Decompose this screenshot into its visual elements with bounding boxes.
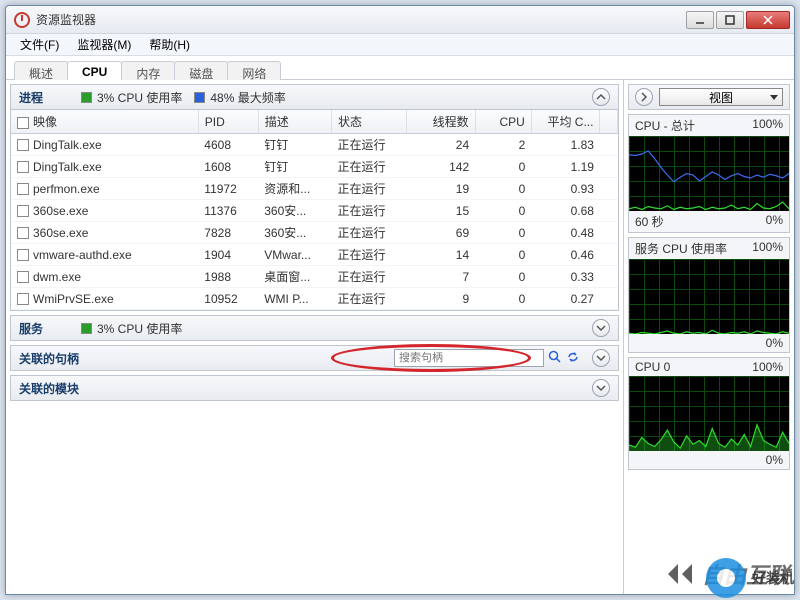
graph-footer-right: 0% bbox=[766, 453, 783, 467]
graph-title-left: CPU - 总计 bbox=[635, 117, 695, 134]
max-freq-stat: 48% 最大频率 bbox=[194, 89, 285, 106]
menu-monitor[interactable]: 监视器(M) bbox=[69, 34, 139, 55]
col-desc[interactable]: 描述 bbox=[258, 110, 331, 134]
col-status[interactable]: 状态 bbox=[332, 110, 407, 134]
graph-title-right: 100% bbox=[752, 117, 783, 134]
handles-header[interactable]: 关联的句柄 bbox=[10, 345, 619, 371]
tab-overview[interactable]: 概述 bbox=[14, 61, 68, 80]
expand-icon[interactable] bbox=[592, 379, 610, 397]
row-checkbox[interactable] bbox=[17, 205, 29, 217]
row-checkbox[interactable] bbox=[17, 227, 29, 239]
window-title: 资源监视器 bbox=[36, 11, 686, 28]
row-checkbox[interactable] bbox=[17, 139, 29, 151]
expand-icon[interactable] bbox=[592, 319, 610, 337]
col-threads[interactable]: 线程数 bbox=[406, 110, 475, 134]
table-row[interactable]: dwm.exe1988桌面窗...正在运行700.33 bbox=[11, 266, 618, 288]
handles-title: 关联的句柄 bbox=[19, 350, 79, 367]
services-header[interactable]: 服务 3% CPU 使用率 bbox=[10, 315, 619, 341]
menu-help[interactable]: 帮助(H) bbox=[141, 34, 198, 55]
green-box-icon bbox=[81, 92, 92, 103]
cpu-usage-stat: 3% CPU 使用率 bbox=[81, 89, 182, 106]
tab-disk[interactable]: 磁盘 bbox=[174, 61, 228, 80]
processes-title: 进程 bbox=[19, 89, 69, 106]
processes-panel: 进程 3% CPU 使用率 48% 最大频率 映像 PID 描述 状态 线程数 bbox=[10, 84, 619, 311]
col-spacer bbox=[600, 110, 618, 134]
processes-table: 映像 PID 描述 状态 线程数 CPU 平均 C... DingTalk.ex… bbox=[10, 110, 619, 311]
table-row[interactable]: vmware-authd.exe1904VMwar...正在运行1400.46 bbox=[11, 244, 618, 266]
tab-network[interactable]: 网络 bbox=[227, 61, 281, 80]
table-header-row: 映像 PID 描述 状态 线程数 CPU 平均 C... bbox=[11, 110, 618, 134]
close-button[interactable] bbox=[746, 11, 790, 29]
services-cpu-stat: 3% CPU 使用率 bbox=[81, 320, 182, 337]
graph-title-left: 服务 CPU 使用率 bbox=[635, 240, 727, 257]
expand-icon[interactable] bbox=[592, 349, 610, 367]
search-icon[interactable] bbox=[548, 350, 562, 367]
table-row[interactable]: DingTalk.exe1608钉钉正在运行14201.19 bbox=[11, 156, 618, 178]
graph-title-right: 100% bbox=[752, 240, 783, 257]
cpu-graph: CPU - 总计 100% 60 秒 0% bbox=[628, 114, 790, 233]
graph-footer-right: 0% bbox=[766, 213, 783, 230]
row-checkbox[interactable] bbox=[17, 293, 29, 305]
table-row[interactable]: perfmon.exe11972资源和...正在运行1900.93 bbox=[11, 178, 618, 200]
blue-box-icon bbox=[194, 92, 205, 103]
checkbox-all[interactable] bbox=[17, 117, 29, 129]
row-checkbox[interactable] bbox=[17, 249, 29, 261]
col-cpu[interactable]: CPU bbox=[475, 110, 531, 134]
processes-header[interactable]: 进程 3% CPU 使用率 48% 最大频率 bbox=[10, 84, 619, 110]
resource-monitor-window: 资源监视器 文件(F) 监视器(M) 帮助(H) 概述 CPU 内存 磁盘 网络… bbox=[5, 5, 795, 595]
left-pane: 进程 3% CPU 使用率 48% 最大频率 映像 PID 描述 状态 线程数 bbox=[6, 80, 624, 594]
refresh-icon[interactable] bbox=[566, 350, 580, 367]
table-row[interactable]: WmiPrvSE.exe10952WMI P...正在运行900.27 bbox=[11, 288, 618, 310]
titlebar[interactable]: 资源监视器 bbox=[6, 6, 794, 34]
content-area: 进程 3% CPU 使用率 48% 最大频率 映像 PID 描述 状态 线程数 bbox=[6, 80, 794, 594]
table-row[interactable]: DingTalk.exe4608钉钉正在运行2421.83 bbox=[11, 134, 618, 156]
table-row[interactable]: 360se.exe7828360安...正在运行6900.48 bbox=[11, 222, 618, 244]
modules-header[interactable]: 关联的模块 bbox=[10, 375, 619, 401]
cpu-graph: 服务 CPU 使用率 100% 0% bbox=[628, 237, 790, 353]
view-dropdown[interactable]: 视图 bbox=[659, 88, 783, 106]
col-avgcpu[interactable]: 平均 C... bbox=[531, 110, 600, 134]
tabstrip: 概述 CPU 内存 磁盘 网络 bbox=[6, 56, 794, 80]
maximize-button[interactable] bbox=[716, 11, 744, 29]
minimize-button[interactable] bbox=[686, 11, 714, 29]
graph-title-left: CPU 0 bbox=[635, 360, 670, 374]
graph-title-right: 100% bbox=[752, 360, 783, 374]
right-header: 视图 bbox=[628, 84, 790, 110]
menu-file[interactable]: 文件(F) bbox=[12, 34, 67, 55]
collapse-icon[interactable] bbox=[592, 88, 610, 106]
handles-search bbox=[342, 349, 581, 367]
table-row[interactable]: 360se.exe11376360安...正在运行1500.68 bbox=[11, 200, 618, 222]
services-title: 服务 bbox=[19, 320, 69, 337]
col-image[interactable]: 映像 bbox=[11, 110, 198, 134]
row-checkbox[interactable] bbox=[17, 161, 29, 173]
window-controls bbox=[686, 11, 790, 29]
row-checkbox[interactable] bbox=[17, 271, 29, 283]
graph-footer-left: 60 秒 bbox=[635, 213, 664, 230]
menubar: 文件(F) 监视器(M) 帮助(H) bbox=[6, 34, 794, 56]
app-icon bbox=[14, 12, 30, 28]
collapse-right-icon[interactable] bbox=[635, 88, 653, 106]
tab-cpu[interactable]: CPU bbox=[67, 61, 122, 80]
cpu-graph: CPU 0 100% 0% bbox=[628, 357, 790, 470]
right-pane: 视图 CPU - 总计 100% 60 秒 0% 服务 CPU 使用率 100% 0%… bbox=[624, 80, 794, 594]
search-handles-input[interactable] bbox=[394, 349, 544, 367]
graph-footer-right: 0% bbox=[766, 336, 783, 350]
col-pid[interactable]: PID bbox=[198, 110, 258, 134]
modules-title: 关联的模块 bbox=[19, 380, 79, 397]
tab-memory[interactable]: 内存 bbox=[121, 61, 175, 80]
row-checkbox[interactable] bbox=[17, 183, 29, 195]
green-box-icon bbox=[81, 323, 92, 334]
